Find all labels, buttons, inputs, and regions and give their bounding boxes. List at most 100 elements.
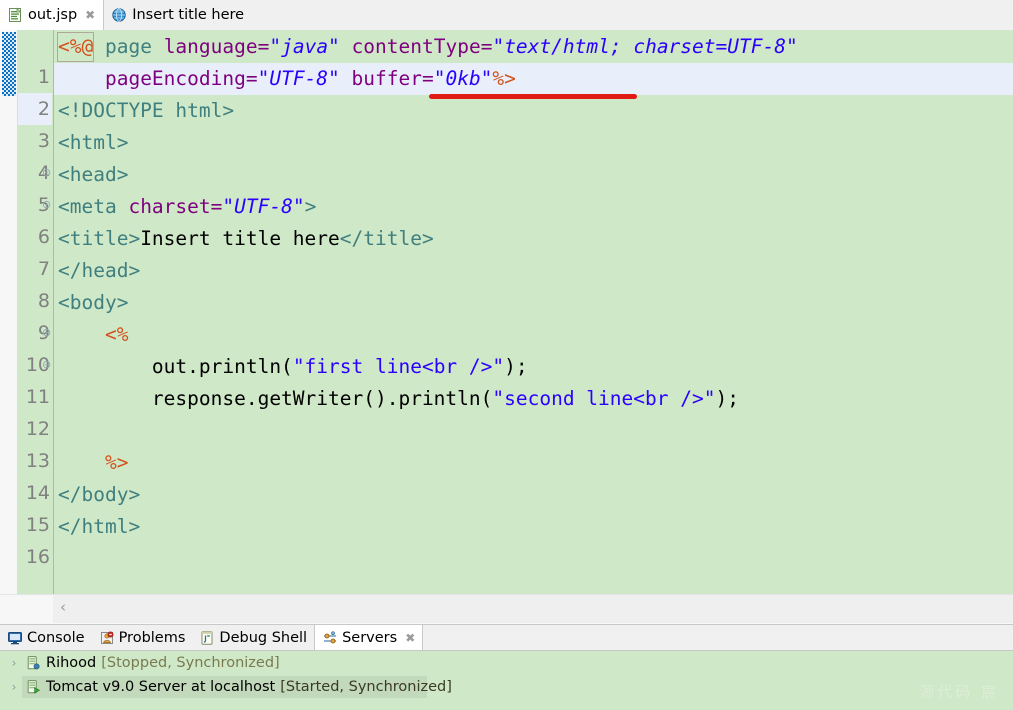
code-token: Insert title here: [140, 227, 340, 250]
code-line[interactable]: <title>Insert title here</title>: [54, 223, 1013, 255]
scrollbar-thumb[interactable]: [53, 595, 1013, 623]
jsp-file-icon: [7, 7, 23, 23]
editor-tab-bar: out.jsp ✖ Insert title here: [0, 0, 1013, 31]
line-number: 14: [25, 482, 50, 504]
code-line-text: response.getWriter().println("second lin…: [58, 383, 1013, 415]
tab-problems[interactable]: Problems: [92, 625, 193, 650]
fold-toggle-icon[interactable]: ⊝: [42, 317, 54, 349]
annotation-ruler[interactable]: [0, 30, 18, 594]
code-line-text: <head>: [58, 159, 1013, 191]
line-number: 2: [18, 93, 52, 125]
code-line[interactable]: pageEncoding="UTF-8" buffer="0kb"%>: [54, 63, 1013, 95]
line-number: 3: [37, 130, 50, 152]
fold-toggle-icon[interactable]: ⊝: [42, 349, 54, 381]
tab-debug-shell[interactable]: Debug Shell: [192, 625, 314, 650]
debug-shell-icon: [199, 630, 215, 646]
tab-servers[interactable]: Servers ✖: [314, 625, 424, 650]
tab-label: Problems: [118, 629, 186, 646]
server-name: Tomcat v9.0 Server at localhost: [46, 679, 276, 695]
server-row-rihood[interactable]: › Rihood [Stopped, Synchronized]: [0, 651, 1013, 675]
tab-console[interactable]: Console: [0, 625, 92, 650]
code-token: );: [715, 387, 739, 410]
code-token: %>: [492, 67, 516, 90]
code-line-text: </body>: [58, 479, 1013, 511]
code-line-text: <html>: [58, 127, 1013, 159]
editor-tab-out-jsp[interactable]: out.jsp ✖: [0, 0, 105, 30]
close-icon[interactable]: ✖: [85, 8, 95, 22]
code-token: contentType=: [351, 35, 493, 58]
code-line[interactable]: <%: [54, 319, 1013, 351]
code-line[interactable]: <meta charset="UTF-8">: [54, 191, 1013, 223]
code-line[interactable]: <!DOCTYPE html>: [54, 95, 1013, 127]
expand-arrow-icon[interactable]: ›: [8, 656, 20, 670]
code-line[interactable]: [54, 415, 1013, 447]
code-token: <meta: [58, 195, 129, 218]
code-token: </body>: [58, 483, 141, 506]
editor-tab-insert-title-here[interactable]: Insert title here: [104, 0, 253, 30]
line-number: 1: [37, 66, 50, 88]
bottom-view-panel: Console Problems Debug Shell Servers ✖ ›…: [0, 624, 1013, 710]
code-token: >: [304, 195, 317, 218]
tab-label: Debug Shell: [219, 629, 308, 646]
code-line-text: <body>: [58, 287, 1013, 319]
code-token: %>: [58, 451, 129, 474]
code-line-text: [58, 415, 1013, 447]
horizontal-scrollbar[interactable]: ‹: [0, 594, 1013, 624]
code-line-text: <meta charset="UTF-8">: [58, 191, 1013, 223]
problems-icon: [99, 630, 115, 646]
code-token: buffer=: [351, 67, 434, 90]
server-row-tomcat[interactable]: › Tomcat v9.0 Server at localhost [Start…: [0, 675, 1013, 699]
editor-tab-label: Insert title here: [132, 6, 245, 23]
code-token: <html>: [58, 131, 129, 154]
fold-toggle-icon[interactable]: ⊝: [42, 189, 54, 221]
code-line[interactable]: response.getWriter().println("second lin…: [54, 383, 1013, 415]
editor-tab-label: out.jsp: [28, 6, 78, 23]
tab-label: Console: [27, 629, 85, 646]
line-number: 6: [37, 226, 50, 248]
code-line[interactable]: <html>: [54, 127, 1013, 159]
code-token: </html>: [58, 515, 141, 538]
code-line-text: <%: [58, 319, 1013, 351]
line-number: 15: [25, 514, 50, 536]
code-token: <!DOCTYPE html>: [58, 99, 235, 122]
code-line[interactable]: </head>: [54, 255, 1013, 287]
code-line[interactable]: %>: [54, 447, 1013, 479]
code-token: "0kb": [433, 67, 493, 90]
server-name: Rihood: [46, 655, 97, 671]
code-line-text: out.println("first line<br />");: [58, 351, 1013, 383]
expand-arrow-icon[interactable]: ›: [8, 680, 20, 694]
code-line[interactable]: </body>: [54, 479, 1013, 511]
code-token: "UTF-8": [257, 67, 340, 90]
annotation-marker-occurrence[interactable]: [2, 32, 16, 96]
server-status: [Started, Synchronized]: [280, 679, 452, 695]
code-line-text: %>: [58, 447, 1013, 479]
source-editor[interactable]: <%@ page language="java" contentType="te…: [0, 30, 1013, 624]
tab-label: Servers: [342, 629, 398, 646]
close-icon[interactable]: ✖: [405, 631, 415, 645]
code-token: "first line<br />": [292, 355, 505, 378]
watermark-text: 源代码 宸: [919, 683, 999, 701]
server-status: [Stopped, Synchronized]: [101, 655, 280, 671]
code-token: "text/html; charset=UTF-8": [492, 35, 798, 58]
fold-toggle-icon[interactable]: ⊝: [42, 157, 54, 189]
bottom-tab-bar: Console Problems Debug Shell Servers ✖: [0, 625, 1013, 651]
server-started-icon: [25, 679, 41, 695]
code-line[interactable]: </html>: [54, 511, 1013, 543]
code-line[interactable]: out.println("first line<br />");: [54, 351, 1013, 383]
code-token: <%@: [57, 32, 95, 62]
code-token: language=: [163, 35, 270, 58]
code-line[interactable]: <body>: [54, 287, 1013, 319]
code-token: <title>: [58, 227, 141, 250]
code-line[interactable]: <head>: [54, 159, 1013, 191]
code-token: response.getWriter().println(: [58, 387, 493, 410]
code-line[interactable]: <%@ page language="java" contentType="te…: [54, 31, 1013, 63]
code-token: "UTF-8": [222, 195, 305, 218]
scroll-left-arrow-icon[interactable]: ‹: [60, 600, 66, 615]
code-token: <%: [58, 323, 129, 346]
code-line-text: <title>Insert title here</title>: [58, 223, 1013, 255]
code-canvas[interactable]: <%@ page language="java" contentType="te…: [53, 30, 1013, 594]
servers-list[interactable]: › Rihood [Stopped, Synchronized] › Tomca…: [0, 651, 1013, 710]
line-number: 8: [37, 290, 50, 312]
